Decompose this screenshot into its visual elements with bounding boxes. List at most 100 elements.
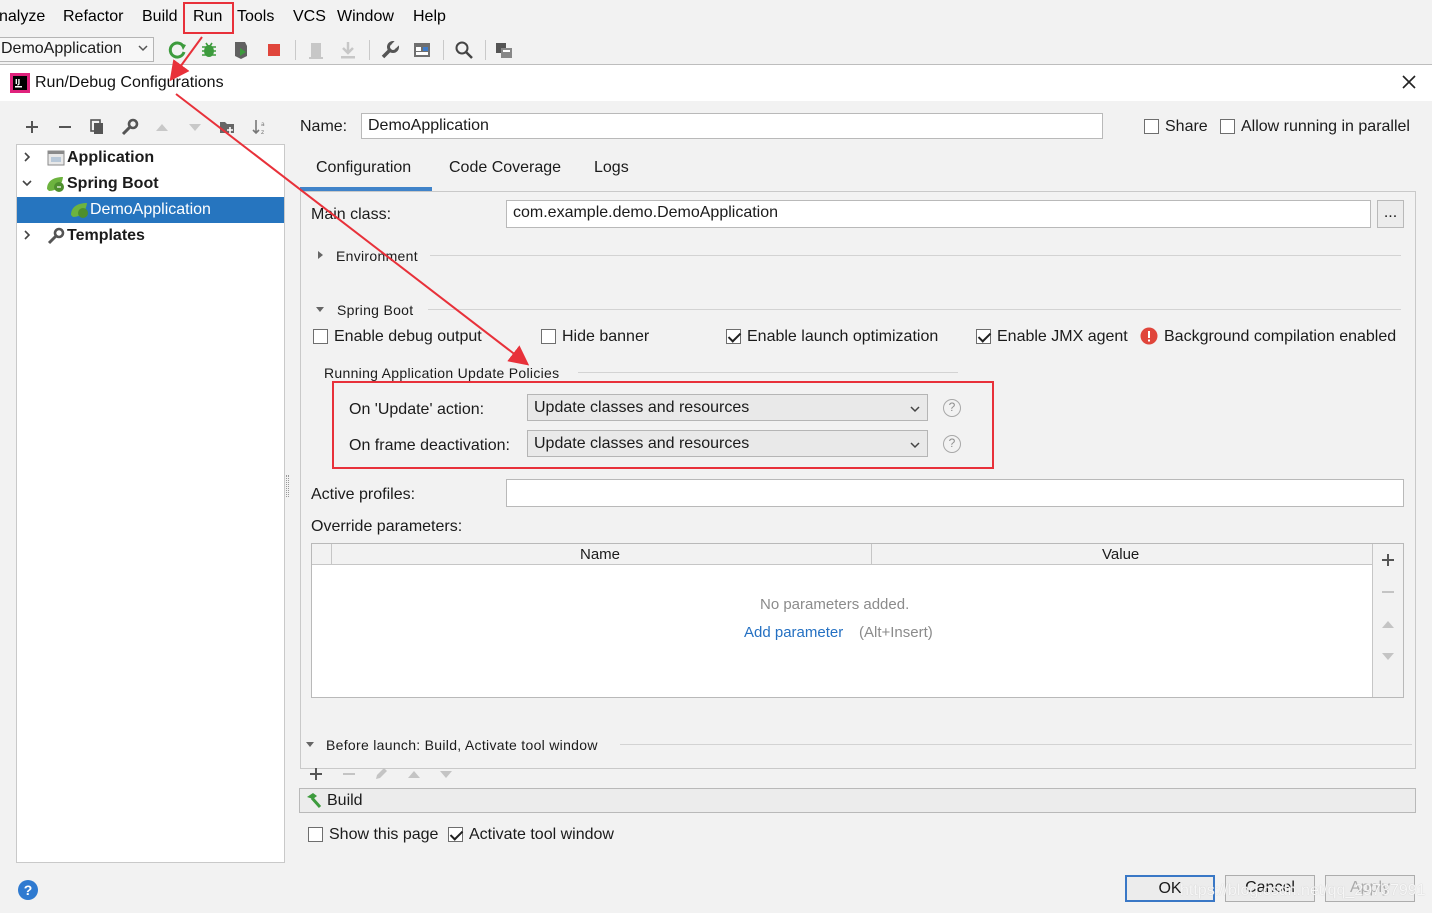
tab-logs[interactable]: Logs <box>594 159 629 177</box>
before-launch-task-row[interactable]: Build <box>299 788 1416 813</box>
allow-parallel-checkbox[interactable] <box>1220 119 1235 134</box>
main-class-field[interactable]: com.example.demo.DemoApplication <box>506 200 1371 228</box>
config-tree: Application Spring Boot DemoApplication … <box>16 144 285 863</box>
tree-item-application[interactable]: Application <box>17 145 284 171</box>
chevron-right-icon[interactable] <box>21 229 33 241</box>
menu-window[interactable]: Window <box>337 8 394 26</box>
add-icon[interactable] <box>1380 552 1396 568</box>
add-parameter-link[interactable]: Add parameter <box>744 624 843 641</box>
section-divider <box>578 372 958 373</box>
toolbar-separator <box>443 40 444 60</box>
move-down-icon[interactable] <box>438 766 454 782</box>
wrench-icon <box>47 227 65 245</box>
enable-debug-output-checkbox[interactable] <box>313 329 328 344</box>
browse-button[interactable]: ... <box>1377 200 1404 228</box>
tab-configuration[interactable]: Configuration <box>316 159 411 177</box>
menu-help[interactable]: Help <box>413 8 446 26</box>
update-policies-label: Running Application Update Policies <box>324 365 560 381</box>
wrench-icon[interactable] <box>380 40 400 60</box>
environment-label[interactable]: Environment <box>336 248 418 264</box>
menu-refactor[interactable]: Refactor <box>63 8 123 26</box>
bookmark-icon[interactable] <box>306 40 326 60</box>
menu-build[interactable]: Build <box>142 8 178 26</box>
activate-tool-window-checkbox[interactable] <box>448 827 463 842</box>
rerun-icon[interactable] <box>168 40 188 60</box>
share-checkbox[interactable] <box>1144 119 1159 134</box>
tree-item-templates[interactable]: Templates <box>17 223 284 249</box>
add-parameter-shortcut: (Alt+Insert) <box>859 624 933 641</box>
remove-icon[interactable] <box>1380 584 1396 600</box>
svg-text:a: a <box>261 121 265 128</box>
enable-debug-output-label: Enable debug output <box>334 328 482 345</box>
search-icon[interactable] <box>454 40 474 60</box>
expand-down-icon[interactable] <box>304 738 316 750</box>
spring-boot-section-label[interactable]: Spring Boot <box>337 302 413 318</box>
move-up-icon[interactable] <box>153 118 171 136</box>
run-debug-dialog: IJ Run/Debug Configurations az Applicati… <box>0 64 1432 913</box>
jmx-agent-label: Enable JMX agent <box>997 328 1128 345</box>
empty-table-text: No parameters added. <box>760 596 910 613</box>
show-this-page-label: Show this page <box>329 826 439 843</box>
menu-tools[interactable]: Tools <box>237 8 274 26</box>
show-this-page-checkbox[interactable] <box>308 827 323 842</box>
sort-icon[interactable]: az <box>251 118 269 136</box>
chevron-down-icon <box>138 45 148 52</box>
active-profiles-field[interactable] <box>506 479 1404 507</box>
section-divider <box>620 744 1412 745</box>
chevron-down-icon[interactable] <box>21 177 33 189</box>
table-header: Name Value <box>312 544 1373 565</box>
run-with-coverage-icon[interactable] <box>231 40 251 60</box>
splitter-handle[interactable] <box>286 475 289 497</box>
project-structure-icon[interactable] <box>412 40 432 60</box>
main-class-value: com.example.demo.DemoApplication <box>513 204 779 221</box>
edit-pencil-icon[interactable] <box>373 766 389 782</box>
column-value[interactable]: Value <box>1102 546 1139 563</box>
close-icon[interactable] <box>1398 71 1420 93</box>
tree-label: DemoApplication <box>90 201 211 218</box>
new-folder-icon[interactable] <box>218 118 236 136</box>
build-hammer-icon <box>307 793 322 808</box>
presentation-icon[interactable] <box>494 40 514 60</box>
name-label: Name: <box>300 118 348 135</box>
menu-vcs[interactable]: VCS <box>293 8 326 26</box>
debug-bug-icon[interactable] <box>199 40 219 60</box>
stop-icon[interactable] <box>264 40 284 60</box>
before-launch-label[interactable]: Before launch: Build, Activate tool wind… <box>326 737 598 753</box>
move-up-icon[interactable] <box>406 766 422 782</box>
wrench-icon[interactable] <box>121 118 139 136</box>
expand-down-icon[interactable] <box>314 303 326 315</box>
tree-label: Spring Boot <box>67 175 159 192</box>
hide-banner-checkbox[interactable] <box>541 329 556 344</box>
chevron-right-icon[interactable] <box>21 151 33 163</box>
tree-item-spring-boot[interactable]: Spring Boot <box>17 171 284 197</box>
build-task-label: Build <box>327 792 363 809</box>
help-icon[interactable]: ? <box>18 880 38 900</box>
remove-icon[interactable] <box>341 766 357 782</box>
download-icon[interactable] <box>338 40 358 60</box>
add-icon[interactable] <box>308 766 324 782</box>
dialog-titlebar: IJ Run/Debug Configurations <box>0 65 1432 101</box>
toolbar-separator <box>295 40 296 60</box>
copy-icon[interactable] <box>88 118 106 136</box>
launch-optimization-checkbox[interactable] <box>726 329 741 344</box>
activate-tool-window-label: Activate tool window <box>469 826 614 843</box>
share-label: Share <box>1165 118 1208 135</box>
menu-analyze[interactable]: nalyze <box>0 8 45 26</box>
expand-right-icon[interactable] <box>314 249 326 261</box>
browse-label: ... <box>1383 204 1398 221</box>
tree-item-demoapplication[interactable]: DemoApplication <box>17 197 284 223</box>
move-down-icon[interactable] <box>186 118 204 136</box>
active-profiles-label: Active profiles: <box>311 486 416 503</box>
column-name[interactable]: Name <box>580 546 620 563</box>
move-up-icon[interactable] <box>1380 616 1396 632</box>
add-icon[interactable] <box>23 118 41 136</box>
spring-boot-icon <box>71 203 88 218</box>
name-field[interactable]: DemoApplication <box>361 113 1103 139</box>
application-icon <box>47 150 65 166</box>
tab-code-coverage[interactable]: Code Coverage <box>449 159 561 177</box>
jmx-agent-checkbox[interactable] <box>976 329 991 344</box>
move-down-icon[interactable] <box>1380 648 1396 664</box>
hide-banner-label: Hide banner <box>562 328 650 345</box>
run-config-selector[interactable]: DemoApplication <box>0 37 154 62</box>
remove-icon[interactable] <box>56 118 74 136</box>
